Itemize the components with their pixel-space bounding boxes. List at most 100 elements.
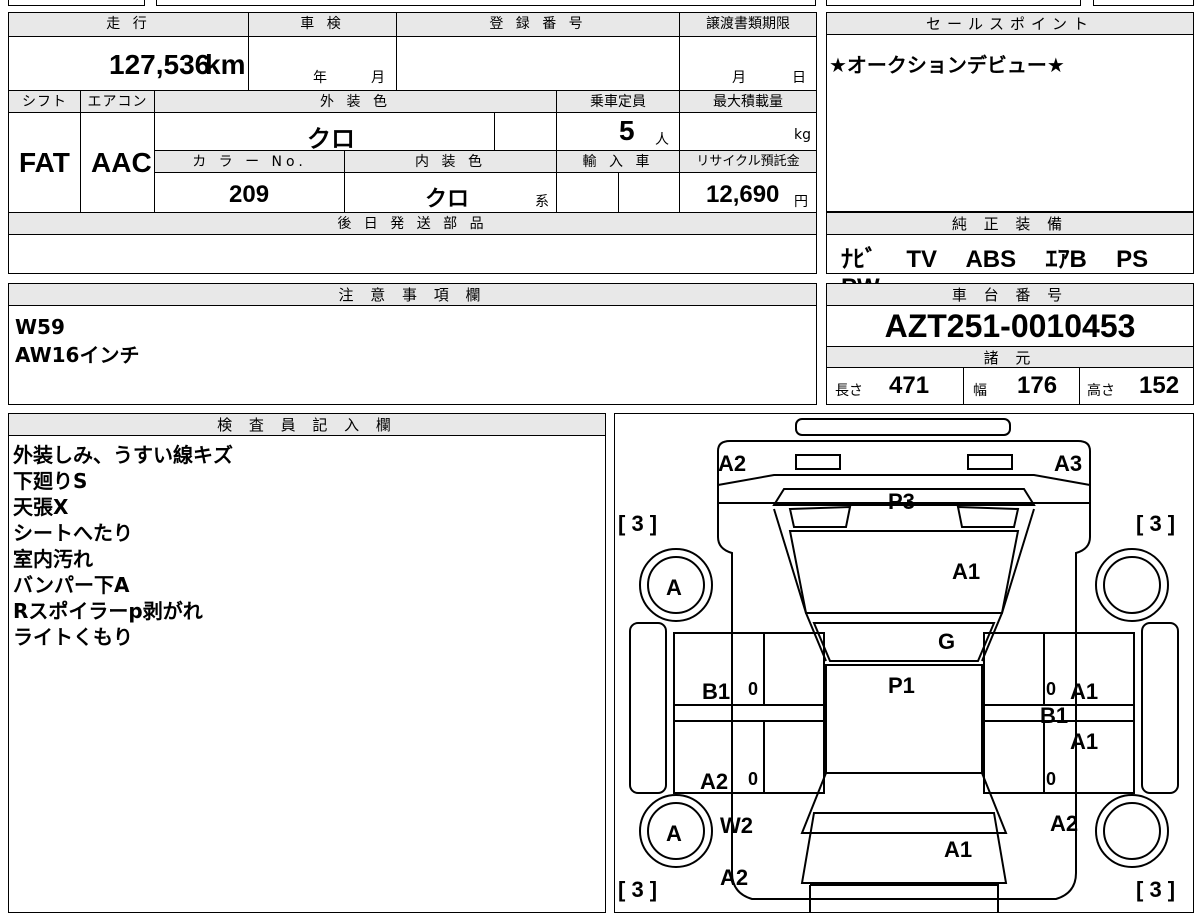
notes-line: W59 — [15, 315, 65, 339]
inspector-label: 検 査 員 記 入 欄 — [9, 414, 605, 436]
import-value-cell-a — [557, 173, 619, 213]
equipment-item: PS — [1116, 246, 1149, 273]
inspector-line: シートへたり — [13, 521, 133, 545]
sales-point-box: セールスポイント ★オークションデビュー★ — [826, 12, 1194, 212]
max-load-value-cell: kg — [680, 113, 816, 151]
inspector-line: 室内汚れ — [13, 547, 93, 571]
mark-a1-windshield: A1 — [952, 559, 980, 584]
capacity-value-cell: 5 人 — [557, 113, 680, 151]
equipment-label: 純 正 装 備 — [827, 213, 1193, 235]
inspection-month-unit: 月 — [371, 70, 385, 86]
inspection-year-unit: 年 — [313, 70, 327, 86]
shift-label: シフト — [9, 91, 81, 113]
exterior-color-value: クロ — [307, 126, 355, 153]
vehicle-info-table: 走 行 車 検 登 録 番 号 譲渡書類期限 127,536 km 年 月 月 … — [8, 12, 817, 274]
later-parts-label: 後 日 発 送 部 品 — [9, 213, 816, 235]
mark-p3-dash: P3 — [888, 489, 915, 514]
recycle-value: 12,690 — [706, 181, 780, 208]
mark-b1-left-door: B1 — [702, 679, 730, 704]
equipment-item: ﾅﾋﾞ — [841, 246, 877, 273]
mark-a2-rear-right: A2 — [1050, 811, 1078, 836]
inspector-line: バンパー下A — [13, 573, 130, 597]
inspection-value-cell: 年 月 — [249, 37, 397, 91]
shift-value: FAT — [19, 147, 70, 178]
mark-a2-rear-bumper: A2 — [720, 865, 748, 890]
import-label: 輸 入 車 — [557, 151, 680, 173]
mark-a2-front-left: A2 — [718, 451, 746, 476]
mark-zero-2: 0 — [1046, 679, 1056, 699]
transfer-day-unit: 日 — [792, 70, 806, 86]
max-load-unit: kg — [794, 127, 811, 143]
sales-point-text: ★オークションデビュー★ — [829, 53, 1065, 77]
mark-zero-3: 0 — [748, 769, 758, 789]
ac-label: エアコン — [81, 91, 155, 113]
inspector-box: 検 査 員 記 入 欄 外装しみ、うすい線キズ 下廻りS 天張X シートへたり … — [8, 413, 606, 913]
chassis-number-value: AZT251-0010453 — [884, 308, 1136, 344]
registration-label: 登 録 番 号 — [397, 13, 680, 37]
height-label: 高さ — [1087, 383, 1115, 399]
ac-value: AAC — [91, 147, 152, 178]
mark-a2-left-rear-door: A2 — [700, 769, 728, 794]
notes-label: 注 意 事 項 欄 — [9, 284, 816, 306]
interior-color-label: 内 装 色 — [345, 151, 557, 173]
transfer-value-cell: 月 日 — [680, 37, 816, 91]
mark-g-roof: G — [938, 629, 955, 654]
exterior-color-value-cell: クロ — [155, 113, 495, 153]
capacity-value: 5 — [619, 115, 635, 146]
inspector-line: Rスポイラーp剥がれ — [13, 599, 203, 623]
inspector-line: 下廻りS — [13, 469, 88, 493]
max-load-label: 最大積載量 — [680, 91, 816, 113]
mileage-value-cell: 127,536 km — [9, 37, 249, 91]
transfer-month-unit: 月 — [732, 70, 746, 86]
interior-color-suffix: 系 — [535, 194, 549, 210]
mark-tire-right-top: [ 3 ] — [1136, 511, 1175, 536]
length-label: 長さ — [835, 383, 863, 399]
registration-value-cell — [397, 37, 680, 91]
exterior-color-label: 外 装 色 — [155, 91, 557, 113]
mark-a-wheel-front-left: A — [666, 575, 682, 600]
mark-tire-right-bottom: [ 3 ] — [1136, 877, 1175, 902]
notes-line: AW16インチ — [15, 343, 140, 367]
interior-color-value: クロ — [425, 186, 470, 211]
mark-b1-right: B1 — [1040, 703, 1068, 728]
chassis-box: 車 台 番 号 AZT251-0010453 諸 元 長さ 471 幅 176 … — [826, 283, 1194, 405]
interior-color-value-cell: クロ 系 — [345, 173, 557, 213]
mark-a1-right-door: A1 — [1070, 679, 1098, 704]
import-value-cell-b — [619, 173, 680, 213]
mileage-label: 走 行 — [9, 13, 249, 37]
mark-tire-left-bottom: [ 3 ] — [618, 877, 657, 902]
shift-value-cell: FAT — [9, 113, 81, 213]
capacity-label: 乗車定員 — [557, 91, 680, 113]
exterior-extra-cell — [495, 113, 557, 151]
height-value: 152 — [1139, 372, 1180, 399]
mileage-unit: km — [205, 49, 246, 80]
inspection-label: 車 検 — [249, 13, 397, 37]
inspector-line: 外装しみ、うすい線キズ — [13, 443, 233, 467]
mark-a1-rear: A1 — [944, 837, 972, 862]
mark-a1-right-door-2: A1 — [1070, 729, 1098, 754]
mark-a3-front-right: A3 — [1054, 451, 1082, 476]
width-label: 幅 — [973, 383, 987, 399]
equipment-item: ABS — [965, 246, 1017, 273]
spec-label: 諸 元 — [827, 346, 1193, 368]
recycle-label: リサイクル預託金 — [680, 151, 816, 173]
width-value: 176 — [1017, 372, 1058, 399]
car-diagram: A2 A3 P3 [ 3 ] [ 3 ] A1 A G B1 0 P1 0 A1… — [618, 417, 1179, 913]
chassis-number-label: 車 台 番 号 — [827, 284, 1193, 306]
inspector-line: ライトくもり — [13, 625, 133, 649]
length-value: 471 — [889, 372, 930, 399]
ac-value-cell: AAC — [81, 113, 155, 213]
mark-tire-left-top: [ 3 ] — [618, 511, 657, 536]
transfer-deadline-label: 譲渡書類期限 — [680, 13, 816, 37]
equipment-item: TV — [906, 246, 938, 273]
recycle-unit: 円 — [794, 194, 808, 210]
mileage-value: 127,536 — [109, 49, 211, 80]
spec-row: 長さ 471 幅 176 高さ 152 — [827, 368, 1193, 404]
equipment-item: ｴｱB — [1045, 246, 1087, 273]
mark-w2-rear-left: W2 — [720, 813, 753, 838]
color-no-label: カ ラ ー No. — [155, 151, 345, 173]
car-diagram-box: A2 A3 P3 [ 3 ] [ 3 ] A1 A G B1 0 P1 0 A1… — [614, 413, 1194, 913]
mark-p1-roof: P1 — [888, 673, 915, 698]
mark-zero-4: 0 — [1046, 769, 1056, 789]
equipment-box: 純 正 装 備 ﾅﾋﾞ TV ABS ｴｱB PS PW — [826, 212, 1194, 301]
